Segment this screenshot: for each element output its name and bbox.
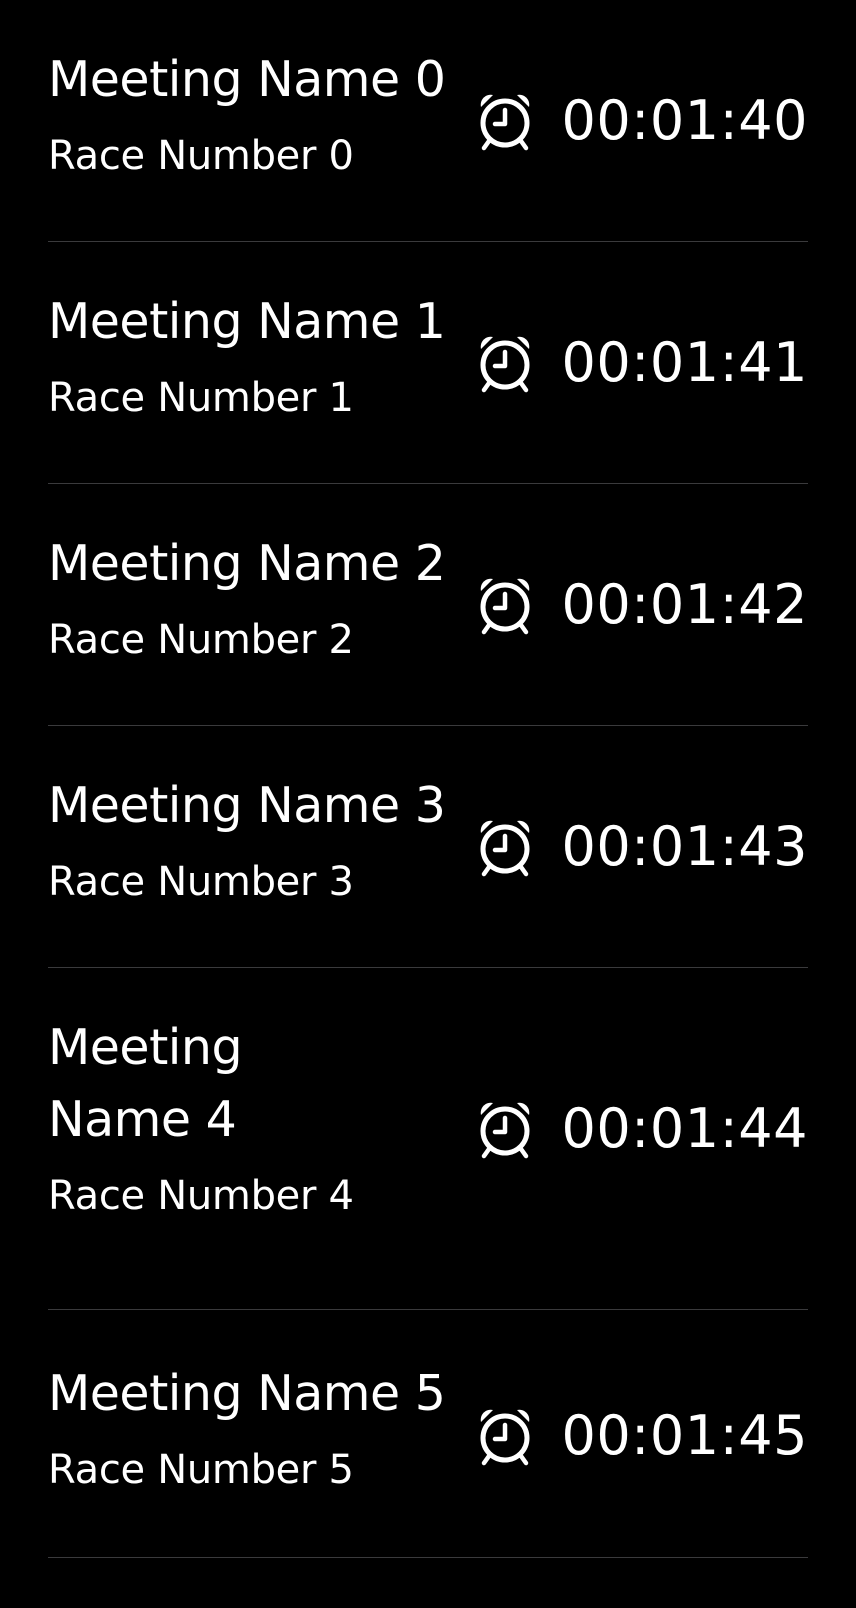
race-info: Meeting Name 0 Race Number 0 [48,44,468,180]
countdown-time: 00:01:42 [561,573,808,636]
countdown-time: 00:01:41 [561,331,808,394]
meeting-name: Meeting Name 1 [48,293,446,350]
race-info: Meeting Name 4 Race Number 4 [48,1012,468,1220]
countdown-time: 00:01:43 [561,815,808,878]
race-number: Race Number 5 [48,1447,354,1493]
meeting-name: Meeting Name 4 [48,1019,243,1148]
race-info: Meeting Name 3 Race Number 3 [48,770,468,906]
race-row[interactable]: Meeting Name 0 Race Number 0 00:01:40 [48,0,808,242]
race-number: Race Number 4 [48,1173,354,1219]
alarm-clock-icon [480,336,530,393]
countdown: 00:01:41 [477,323,808,403]
race-row[interactable]: Meeting Name 2 Race Number 2 00:01:42 [48,484,808,726]
countdown: 00:01:43 [477,807,808,887]
alarm-clock-icon [480,1102,530,1159]
alarm-clock-icon [480,578,530,635]
meeting-name: Meeting Name 5 [48,1365,446,1422]
race-info: Meeting Name 1 Race Number 1 [48,286,468,422]
countdown: 00:01:45 [477,1396,808,1476]
countdown: 00:01:44 [477,1089,808,1169]
countdown: 00:01:40 [477,81,808,161]
alarm-clock-icon [480,820,530,877]
race-row[interactable]: Meeting Name 3 Race Number 3 00:01:43 [48,726,808,968]
race-row[interactable]: Meeting Name 5 Race Number 5 00:01:45 [48,1310,808,1558]
race-number: Race Number 1 [48,375,354,421]
meeting-name: Meeting Name 2 [48,535,446,592]
race-number: Race Number 0 [48,133,354,179]
race-info: Meeting Name 5 Race Number 5 [48,1358,468,1494]
meeting-name: Meeting Name 0 [48,51,446,108]
countdown: 00:01:42 [477,565,808,645]
race-number: Race Number 2 [48,617,354,663]
countdown-time: 00:01:40 [561,89,808,152]
countdown-time: 00:01:44 [561,1097,808,1160]
race-row[interactable]: Meeting Name 4 Race Number 4 00:01:44 [48,968,808,1310]
race-info: Meeting Name 2 Race Number 2 [48,528,468,664]
race-number: Race Number 3 [48,859,354,905]
race-list: Meeting Name 0 Race Number 0 00:01:40 Me… [0,0,856,1608]
countdown-time: 00:01:45 [561,1404,808,1467]
alarm-clock-icon [480,94,530,151]
meeting-name: Meeting Name 3 [48,777,446,834]
alarm-clock-icon [480,1409,530,1466]
race-row[interactable]: Meeting Name 1 Race Number 1 00:01:41 [48,242,808,484]
